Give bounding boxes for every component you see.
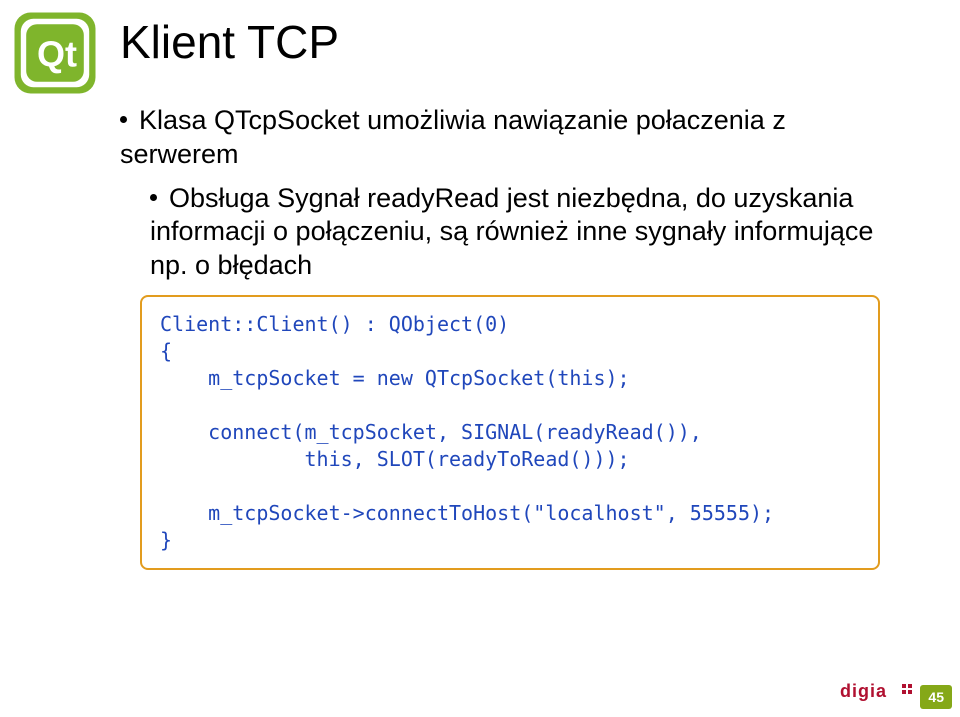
slide-title: Klient TCP [120,15,910,69]
bullet-text-1: Klasa QTcpSocket umożliwia nawiązanie po… [120,105,786,169]
bullet-list: Klasa QTcpSocket umożliwia nawiązanie po… [120,104,910,283]
bullet-dot-icon [120,116,127,123]
qt-logo: Qt [10,8,100,98]
bullet-text-2: Obsługa Sygnał readyRead jest niezbędna,… [150,183,873,281]
digia-logo: digia [840,680,915,707]
bullet-level1: Klasa QTcpSocket umożliwia nawiązanie po… [120,104,910,172]
code-box: Client::Client() : QObject(0) { m_tcpSoc… [140,295,880,570]
slide-content: Klient TCP Klasa QTcpSocket umożliwia na… [120,15,910,570]
bullet-level2: Obsługa Sygnał readyRead jest niezbędna,… [150,182,910,283]
page-number: 45 [920,685,952,709]
brand-text: digia [840,681,887,701]
svg-text:Qt: Qt [37,34,77,75]
code-snippet: Client::Client() : QObject(0) { m_tcpSoc… [160,311,860,554]
bullet-dot-icon [150,194,157,201]
